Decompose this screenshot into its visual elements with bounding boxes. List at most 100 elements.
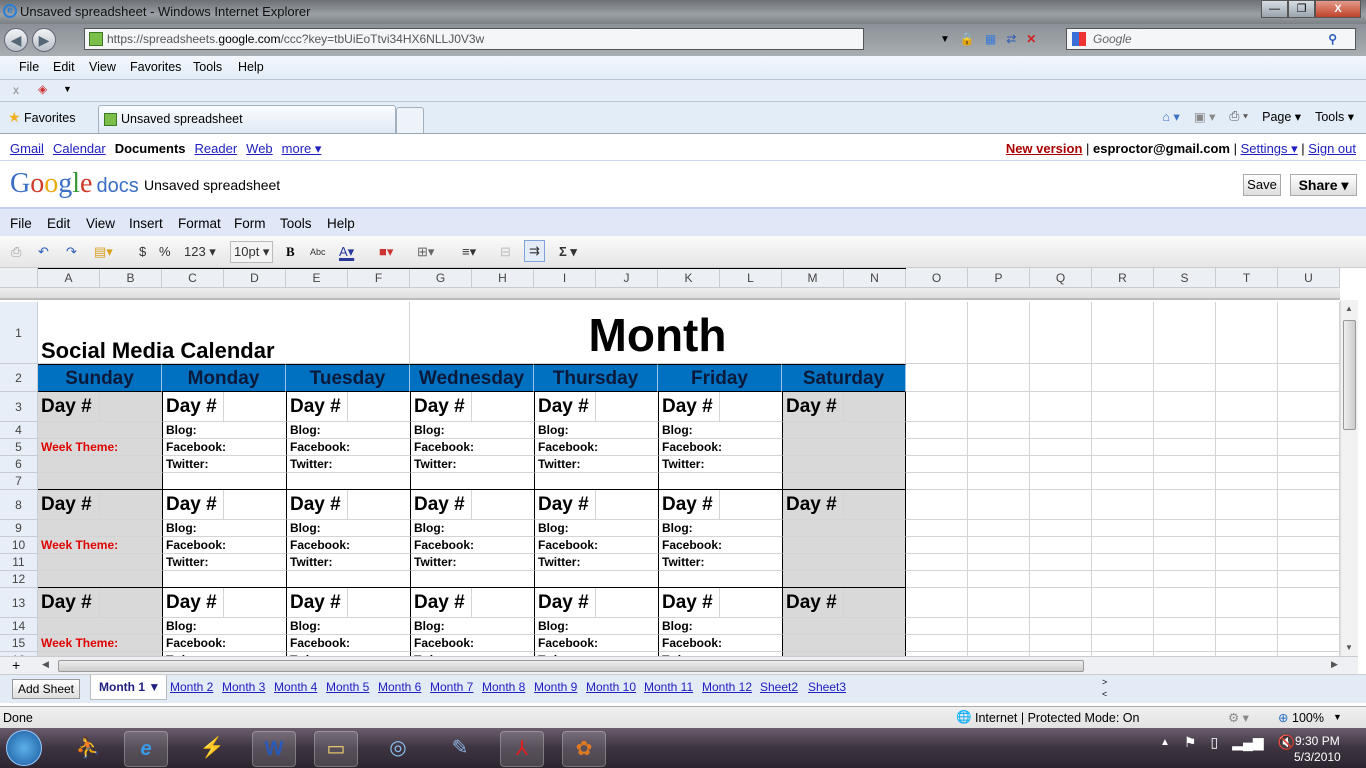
- cell-s10[interactable]: [1154, 537, 1216, 554]
- cell-u7[interactable]: [1278, 473, 1340, 490]
- menu-format[interactable]: Format: [178, 216, 221, 231]
- day-number[interactable]: Day #: [534, 490, 596, 520]
- day-number[interactable]: Day #: [782, 490, 844, 520]
- entry-cell[interactable]: [782, 554, 906, 571]
- entry-cell[interactable]: [38, 473, 162, 490]
- day-number-pad[interactable]: [224, 392, 286, 422]
- facebook-label[interactable]: Facebook:: [534, 635, 658, 652]
- scroll-up-icon[interactable]: ▲: [1345, 304, 1353, 313]
- entry-cell[interactable]: [782, 268, 906, 269]
- entry-cell[interactable]: [782, 473, 906, 490]
- cell-t10[interactable]: [1216, 537, 1278, 554]
- blog-label[interactable]: Blog:: [162, 618, 286, 635]
- cell-o7[interactable]: [906, 473, 968, 490]
- twitter-label[interactable]: Twitter:: [658, 456, 782, 473]
- cell-r13[interactable]: [1092, 588, 1154, 618]
- sheet-tab-month-4[interactable]: Month 4: [274, 680, 317, 694]
- day-number-pad[interactable]: [596, 588, 658, 618]
- entry-cell[interactable]: [782, 537, 906, 554]
- day-number[interactable]: Day #: [286, 392, 348, 422]
- twitter-label[interactable]: Twitter:: [162, 554, 286, 571]
- cell-p8[interactable]: [968, 490, 1030, 520]
- facebook-label[interactable]: Facebook:: [410, 537, 534, 554]
- day-number[interactable]: Day #: [162, 392, 224, 422]
- pdf-convert-icon[interactable]: ◈: [38, 82, 47, 96]
- cell-o14[interactable]: [906, 618, 968, 635]
- entry-cell[interactable]: [38, 618, 162, 635]
- entry-cell[interactable]: [410, 571, 534, 588]
- cell-o10[interactable]: [906, 537, 968, 554]
- cell-s9[interactable]: [1154, 520, 1216, 537]
- entry-cell[interactable]: [162, 473, 286, 490]
- cell-q14[interactable]: [1030, 618, 1092, 635]
- day-number-pad[interactable]: [348, 392, 410, 422]
- cell-s2[interactable]: [1154, 364, 1216, 392]
- cell-q6[interactable]: [1030, 456, 1092, 473]
- cell-p3[interactable]: [968, 392, 1030, 422]
- day-number[interactable]: Day #: [38, 588, 100, 618]
- cell-s7[interactable]: [1154, 473, 1216, 490]
- cell-t7[interactable]: [1216, 473, 1278, 490]
- row-header-12[interactable]: 12: [0, 571, 38, 588]
- day-number-pad[interactable]: [472, 490, 534, 520]
- align-icon[interactable]: ≡▾: [462, 244, 476, 260]
- facebook-label[interactable]: Facebook:: [410, 439, 534, 456]
- twitter-label[interactable]: Twitter:: [162, 456, 286, 473]
- zoom-level[interactable]: 100%: [1292, 711, 1324, 725]
- network-signal-icon[interactable]: ▂▄▆: [1232, 734, 1263, 751]
- sheet-tab-month-5[interactable]: Month 5: [326, 680, 369, 694]
- print-icon[interactable]: ⎙: [11, 244, 21, 260]
- entry-cell[interactable]: [38, 520, 162, 537]
- volume-muted-icon[interactable]: 🔇: [1278, 734, 1295, 751]
- entry-cell[interactable]: [782, 571, 906, 588]
- horizontal-scrollbar[interactable]: + ◀ ▶: [0, 656, 1358, 674]
- cell-t9[interactable]: [1216, 520, 1278, 537]
- forward-button[interactable]: ▶: [32, 28, 56, 52]
- currency-button[interactable]: $: [139, 244, 146, 259]
- cell-q2[interactable]: [1030, 364, 1092, 392]
- cell-r12[interactable]: [1092, 571, 1154, 588]
- menu-view[interactable]: View: [86, 216, 115, 231]
- cell-q11[interactable]: [1030, 554, 1092, 571]
- column-header-s[interactable]: S: [1154, 268, 1216, 288]
- sign-out-link[interactable]: Sign out: [1308, 141, 1356, 156]
- sheet-title[interactable]: Social Media Calendar: [38, 302, 410, 364]
- taskbar-paint-icon[interactable]: ✎: [438, 731, 482, 767]
- entry-cell[interactable]: [38, 268, 162, 269]
- cell-u1[interactable]: [1278, 302, 1340, 364]
- column-header-l[interactable]: L: [720, 268, 782, 288]
- day-number-pad[interactable]: [720, 588, 782, 618]
- menu-file[interactable]: File: [10, 216, 32, 231]
- cell-r10[interactable]: [1092, 537, 1154, 554]
- gbar-more-link[interactable]: more ▾: [282, 141, 322, 157]
- cell-r7[interactable]: [1092, 473, 1154, 490]
- cell-u15[interactable]: [1278, 635, 1340, 652]
- vertical-scroll-thumb[interactable]: [1343, 320, 1356, 430]
- zoom-dropdown-icon[interactable]: ▼: [1333, 712, 1342, 722]
- week-theme-label[interactable]: Week Theme:: [38, 635, 162, 652]
- cell-u3[interactable]: [1278, 392, 1340, 422]
- cell-s8[interactable]: [1154, 490, 1216, 520]
- back-button[interactable]: ◀: [4, 28, 28, 52]
- cell-p5[interactable]: [968, 439, 1030, 456]
- select-all-corner[interactable]: [0, 268, 38, 288]
- cell-q13[interactable]: [1030, 588, 1092, 618]
- day-number[interactable]: Day #: [410, 490, 472, 520]
- entry-cell[interactable]: [534, 473, 658, 490]
- entry-cell[interactable]: [534, 571, 658, 588]
- bold-button[interactable]: B: [286, 244, 295, 260]
- column-header-k[interactable]: K: [658, 268, 720, 288]
- menu-edit[interactable]: Edit: [47, 216, 70, 231]
- show-hidden-icons[interactable]: ▲: [1160, 737, 1170, 751]
- redo-icon[interactable]: ↷: [66, 244, 77, 260]
- refresh-icon[interactable]: ⇄: [1006, 32, 1016, 46]
- entry-cell[interactable]: [658, 268, 782, 269]
- day-header-thursday[interactable]: Thursday: [534, 364, 658, 392]
- cell-p10[interactable]: [968, 537, 1030, 554]
- strikethrough-button[interactable]: Abc: [310, 247, 326, 257]
- document-title[interactable]: Unsaved spreadsheet: [144, 177, 280, 193]
- cell-p4[interactable]: [968, 422, 1030, 439]
- cell-o9[interactable]: [906, 520, 968, 537]
- entry-cell[interactable]: [38, 571, 162, 588]
- merge-cells-icon[interactable]: ⊟: [500, 244, 511, 260]
